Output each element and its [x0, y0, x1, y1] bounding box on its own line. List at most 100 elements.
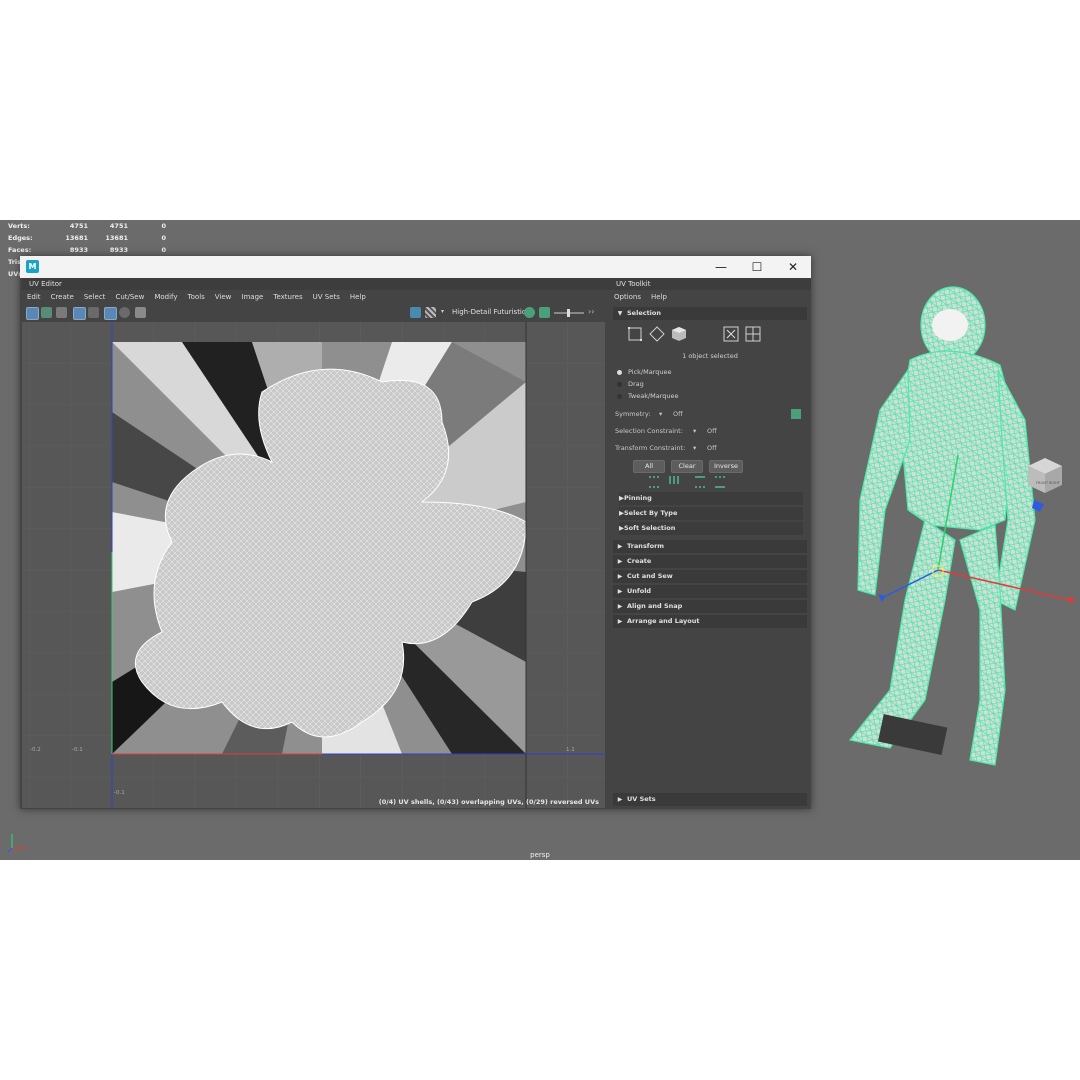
chevron-down-icon[interactable]: ▾ — [441, 308, 444, 315]
hud-value: 0 — [161, 222, 166, 230]
chevron-right-icon: ▶ — [617, 543, 623, 550]
helmet-visor — [932, 309, 968, 341]
astronaut-mesh[interactable] — [830, 270, 1080, 770]
menu-help[interactable]: Help — [345, 290, 371, 304]
edge-select-icon[interactable] — [649, 326, 665, 342]
menu-create[interactable]: Create — [46, 290, 79, 304]
chevron-down-icon[interactable]: ▾ — [693, 425, 696, 437]
texture-border-icon[interactable] — [88, 307, 99, 318]
uv-canvas[interactable]: -0.2 -0.1 1.1 -0.1 (0/4) UV shells, (0/4… — [22, 322, 605, 808]
dim-image-icon[interactable] — [539, 307, 550, 318]
uv-editor-panel[interactable]: UV Editor Edit Create Select Cut/Sew Mod… — [22, 278, 609, 809]
section-label: Align and Snap — [627, 602, 683, 610]
uv-toolkit-panel[interactable]: UV Toolkit Options Help ▼ Selection 1 obj… — [609, 278, 811, 809]
menu-tools[interactable]: Tools — [183, 290, 210, 304]
hud-value: 8933 — [109, 246, 128, 254]
chevron-down-icon[interactable]: ▾ — [693, 442, 696, 454]
snapshot-icon[interactable] — [135, 307, 146, 318]
image-display-icon[interactable] — [410, 307, 421, 318]
maya-app-icon: M — [26, 260, 39, 273]
menu-image[interactable]: Image — [236, 290, 268, 304]
section-unfold[interactable]: ▶ Unfold — [613, 585, 807, 598]
slider-handle[interactable] — [567, 309, 570, 317]
subsection-select-by-type[interactable]: ▶Select By Type — [619, 507, 803, 520]
section-uv-sets[interactable]: ▶ UV Sets — [613, 793, 807, 806]
section-transform[interactable]: ▶ Transform — [613, 540, 807, 553]
viewcube[interactable]: FRONT RIGHT — [1026, 456, 1064, 494]
shaded-uv-icon[interactable] — [56, 307, 67, 318]
menu-select[interactable]: Select — [79, 290, 111, 304]
constraint-value[interactable]: Off — [707, 425, 717, 437]
menu-modify[interactable]: Modify — [149, 290, 182, 304]
menu-uv-sets[interactable]: UV Sets — [308, 290, 345, 304]
clear-selection-button[interactable]: Clear — [671, 460, 703, 473]
subsection-soft-selection[interactable]: ▶Soft Selection — [619, 522, 803, 535]
radio-off-icon — [617, 393, 622, 399]
cut-select-icon[interactable] — [723, 326, 739, 342]
section-arrange-and-layout[interactable]: ▶ Arrange and Layout — [613, 615, 807, 628]
chevron-right-icon: ▶ — [617, 603, 623, 610]
section-label: Selection — [627, 309, 662, 317]
checker-icon[interactable] — [104, 307, 117, 320]
menu-view[interactable]: View — [210, 290, 237, 304]
menu-help[interactable]: Help — [646, 290, 672, 304]
mode-drag[interactable]: Drag — [617, 378, 644, 390]
symmetry-value[interactable]: Off — [673, 408, 683, 420]
hud-label: Verts: — [8, 222, 30, 230]
hud-value: 4751 — [69, 222, 88, 230]
grow-selection-icon[interactable] — [649, 476, 659, 488]
viewcube-right-label: RIGHT — [1049, 481, 1061, 485]
hud-value: 13681 — [65, 234, 88, 242]
axis-label: -0.1 — [114, 790, 125, 796]
menu-textures[interactable]: Textures — [268, 290, 307, 304]
section-align-and-snap[interactable]: ▶ Align and Snap — [613, 600, 807, 613]
chevron-right-icon: ▶ — [617, 796, 623, 803]
chevron-right-icon: ▶ — [617, 588, 623, 595]
select-all-button[interactable]: All — [633, 460, 665, 473]
radio-off-icon — [617, 381, 622, 387]
texture-filter-icon[interactable] — [524, 307, 535, 318]
section-create[interactable]: ▶ Create — [613, 555, 807, 568]
material-name[interactable]: High-Detail Futuristic — [452, 308, 526, 316]
shell-select-icon[interactable] — [671, 326, 687, 342]
axis-label: -0.1 — [72, 747, 83, 753]
chevron-down-icon[interactable]: ▾ — [659, 408, 662, 420]
minimize-button[interactable]: — — [703, 256, 739, 278]
symmetry-label: Symmetry: — [615, 410, 651, 418]
uv-shell-icon[interactable] — [41, 307, 52, 318]
maximize-button[interactable]: ☐ — [739, 256, 775, 278]
vertex-select-icon[interactable] — [627, 326, 643, 342]
close-button[interactable]: ✕ — [775, 256, 811, 278]
symmetry-icon[interactable] — [791, 409, 801, 419]
radio-label: Drag — [628, 380, 644, 388]
selection-mode-icons — [627, 326, 807, 346]
selection-count: 1 object selected — [682, 352, 738, 360]
menu-edit[interactable]: Edit — [22, 290, 46, 304]
mode-pick-marquee[interactable]: Pick/Marquee — [617, 366, 672, 378]
isolate-icon[interactable] — [119, 307, 130, 318]
menu-options[interactable]: Options — [609, 290, 646, 304]
grid-toggle-icon[interactable] — [26, 307, 39, 320]
chevron-right-icon: ▶ — [617, 618, 623, 625]
inverse-selection-button[interactable]: Inverse — [709, 460, 743, 473]
transform-constraint-value[interactable]: Off — [707, 442, 717, 454]
chevron-right-icon[interactable]: ›› — [588, 307, 594, 316]
uv-grid-select-icon[interactable] — [745, 326, 761, 342]
distortion-icon[interactable] — [73, 307, 86, 320]
menu-cut-sew[interactable]: Cut/Sew — [110, 290, 149, 304]
uv-toolkit-title: UV Toolkit — [609, 278, 811, 290]
subsection-pinning[interactable]: ▶Pinning — [619, 492, 803, 505]
shrink-selection-icon[interactable] — [669, 476, 679, 484]
section-selection[interactable]: ▼ Selection — [613, 307, 807, 320]
section-label: Create — [627, 557, 652, 565]
select-border-icon[interactable] — [715, 476, 725, 488]
hud-value: 8933 — [69, 246, 88, 254]
uv-editor-window[interactable]: M — ☐ ✕ UV Editor Edit Create Select Cut… — [20, 256, 811, 809]
chevron-right-icon: ▶ — [617, 558, 623, 565]
checker-map-icon[interactable] — [425, 307, 436, 318]
section-cut-and-sew[interactable]: ▶ Cut and Sew — [613, 570, 807, 583]
select-shell-border-icon[interactable] — [695, 476, 705, 488]
mode-tweak-marquee[interactable]: Tweak/Marquee — [617, 390, 679, 402]
window-titlebar[interactable]: M — ☐ ✕ — [20, 256, 811, 278]
hud-value: 4751 — [109, 222, 128, 230]
